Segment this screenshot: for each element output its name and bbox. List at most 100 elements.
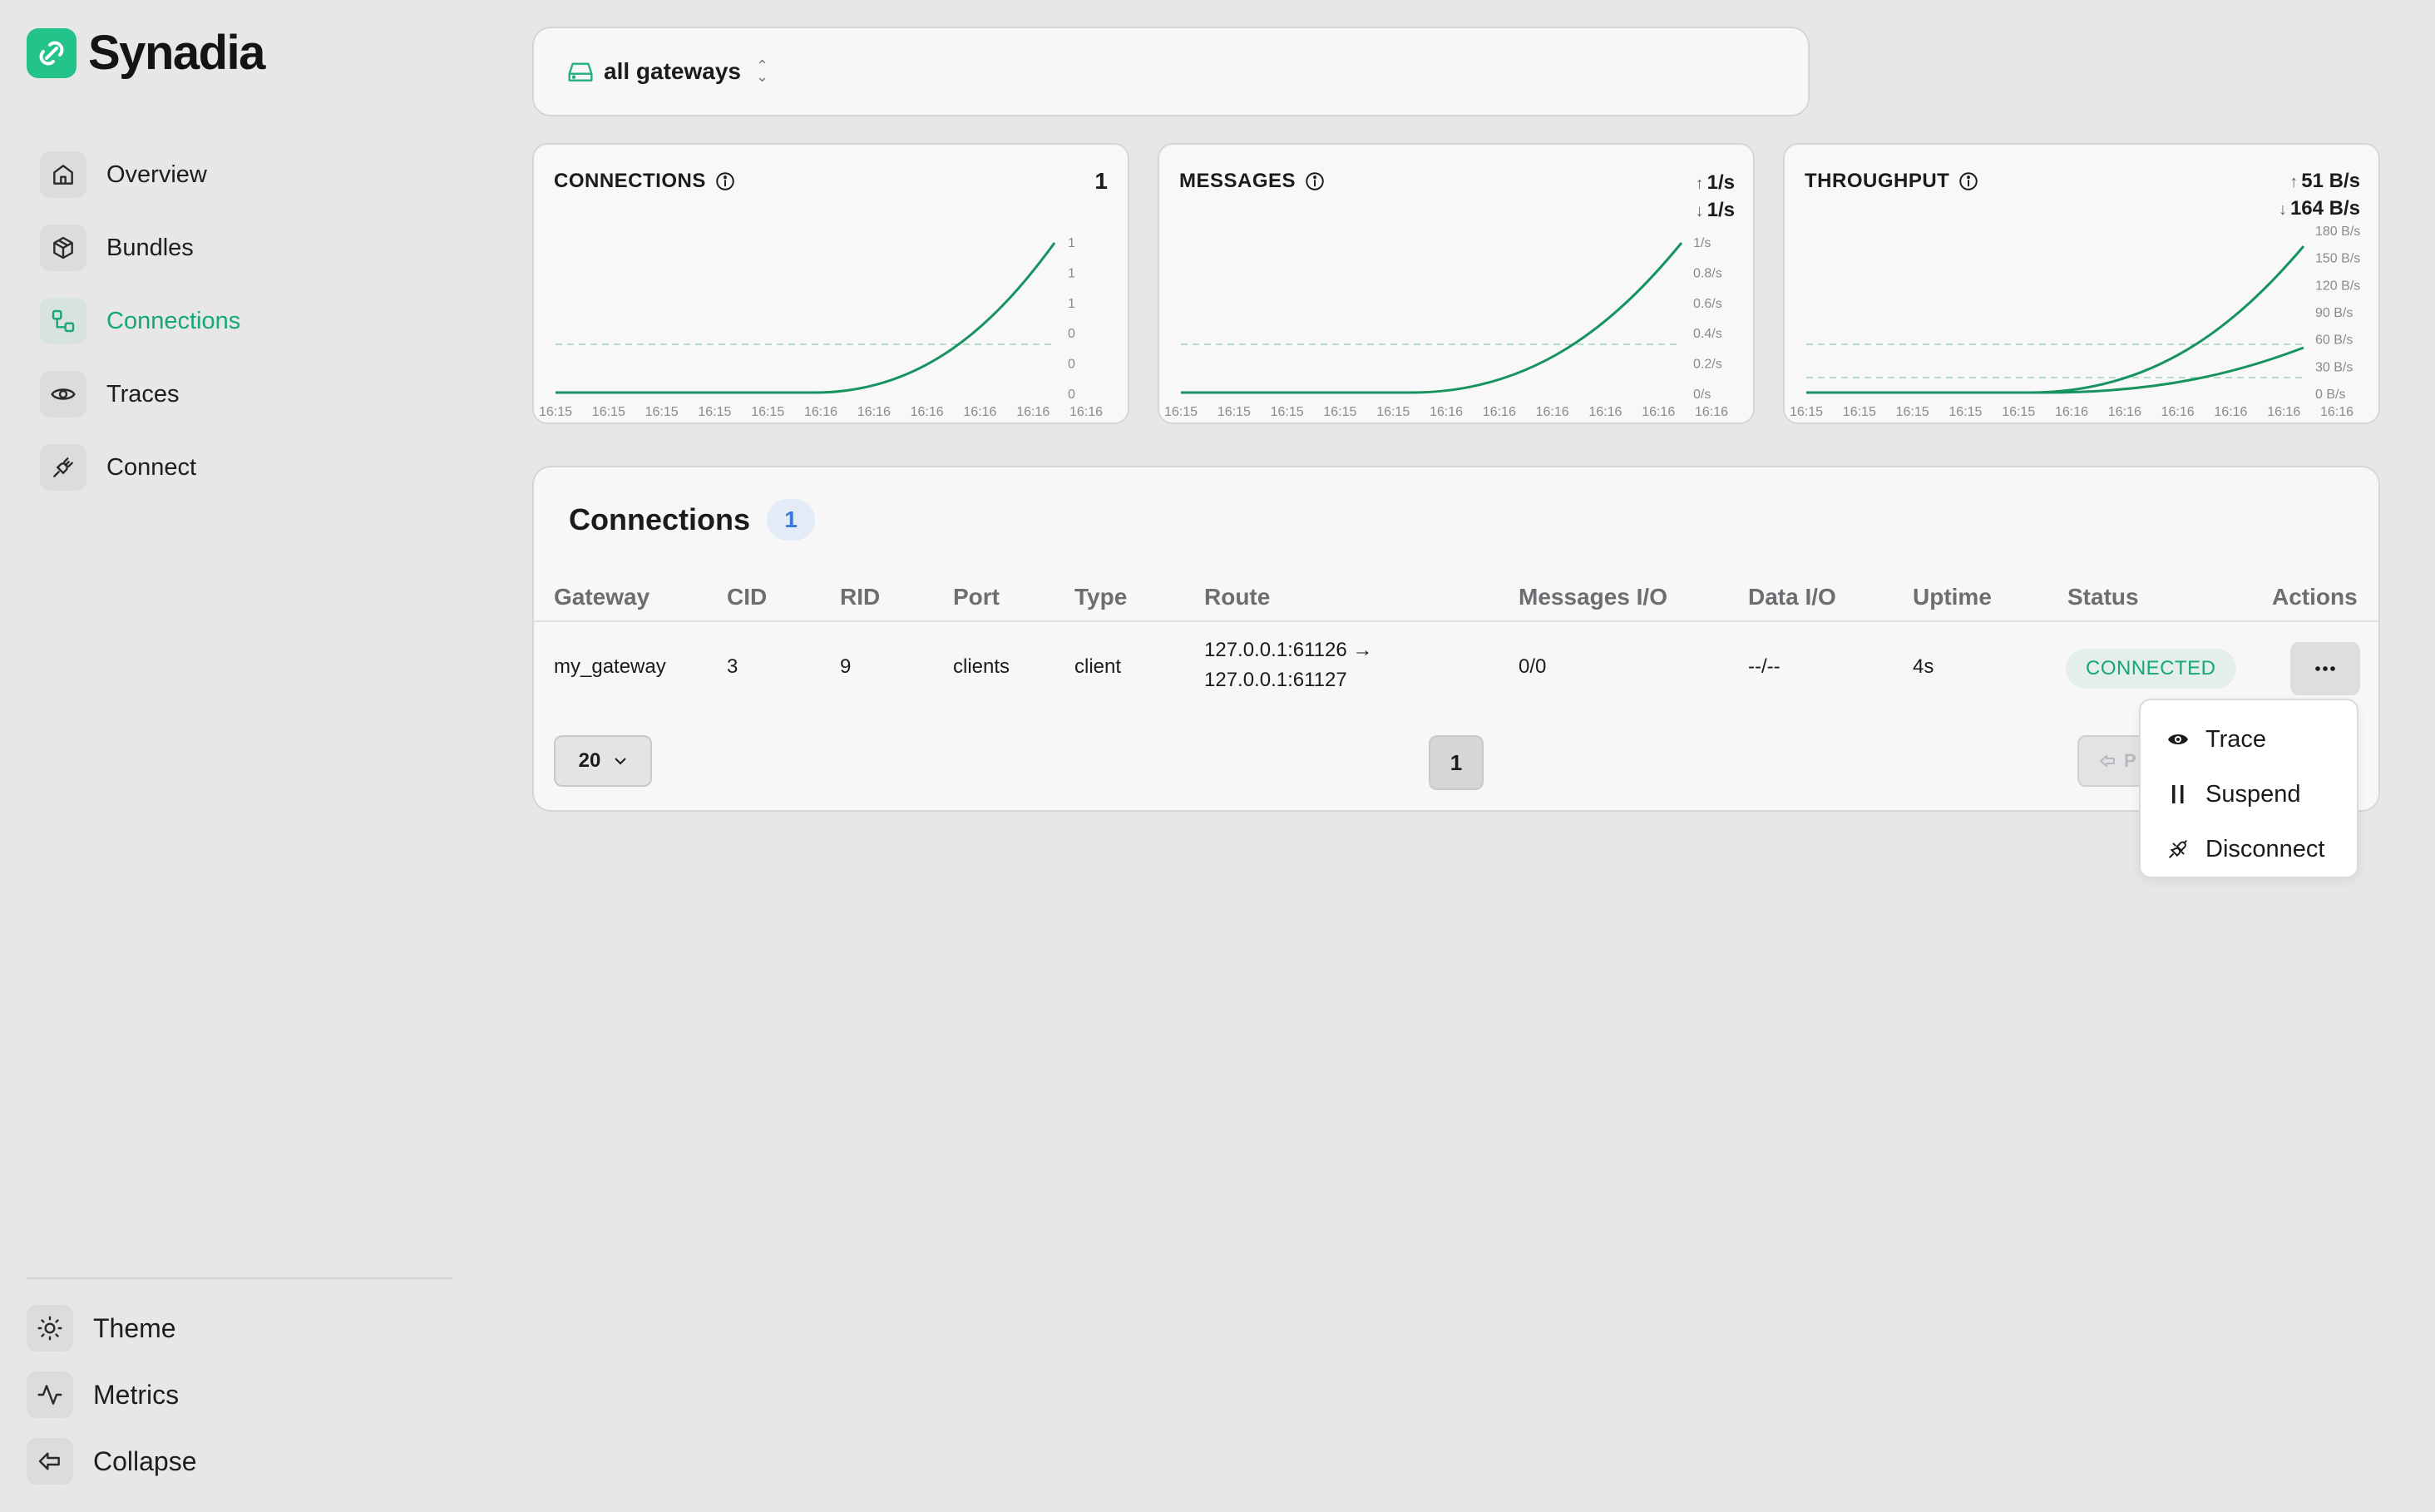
arrow-up-icon: ↑ <box>2289 173 2299 191</box>
y-tick-label: 1 <box>1068 266 1075 280</box>
info-icon[interactable] <box>714 170 736 192</box>
y-tick-label: 1/s <box>1693 236 1711 250</box>
x-tick-label: 16:15 <box>1790 405 1823 419</box>
page-button-current[interactable]: 1 <box>1429 735 1484 790</box>
menu-item-disconnect[interactable]: Disconnect <box>2141 822 2357 877</box>
throughput-down: ↓ 164 B/s <box>2279 195 2360 223</box>
x-tick-label: 16:16 <box>804 405 837 419</box>
menu-item-trace[interactable]: Trace <box>2141 712 2357 767</box>
y-tick-label: 90 B/s <box>2315 306 2353 320</box>
cell-rid: 9 <box>840 655 852 678</box>
sidebar-item-connections[interactable]: Connections <box>40 294 240 348</box>
x-tick-label: 16:16 <box>1016 405 1050 419</box>
x-tick-label: 16:16 <box>2267 405 2300 419</box>
card-title: CONNECTIONS <box>554 170 736 193</box>
x-tick-label: 16:15 <box>698 405 731 419</box>
column-header-type[interactable]: Type <box>1074 584 1127 610</box>
row-actions-button[interactable] <box>2290 642 2360 695</box>
messages-stats: ↑ 1/s ↓ 1/s <box>1696 170 1735 225</box>
messages-metric-card: 1/s 0.8/s 0.6/s 0.4/s 0.2/s 0/s 16:15 16:15 16:1… <box>1158 143 1755 424</box>
more-horizontal-icon <box>2315 666 2335 671</box>
y-tick-label: 0.6/s <box>1693 297 1722 311</box>
sidebar-nav: Overview Bundles Connections Traces Conn… <box>40 148 240 514</box>
column-header-port[interactable]: Port <box>953 584 1000 610</box>
table-row[interactable]: my_gateway 3 9 clients client 127.0.0.1:… <box>534 624 2378 714</box>
route-from: 127.0.0.1:61126 → <box>1204 639 1373 661</box>
route-to: 127.0.0.1:61127 <box>1204 669 1347 691</box>
y-tick-label: 180 B/s <box>2315 225 2360 239</box>
row-actions-menu: Trace Suspend Disconnect <box>2139 699 2358 878</box>
sidebar-item-traces[interactable]: Traces <box>40 368 240 421</box>
throughput-down-value: 164 B/s <box>2289 197 2360 220</box>
sidebar-item-connect[interactable]: Connect <box>40 441 240 494</box>
status-badge: CONNECTED <box>2066 649 2236 689</box>
logo[interactable]: Synadia <box>27 25 265 81</box>
connections-table-card: Connections 1 Gateway CID RID Port Type … <box>532 466 2380 812</box>
table-header-row: Gateway CID RID Port Type Route Messages… <box>534 576 2378 622</box>
menu-item-suspend[interactable]: Suspend <box>2141 767 2357 822</box>
y-tick-label: 0/s <box>1693 388 1711 402</box>
card-title: THROUGHPUT <box>1805 170 1979 193</box>
x-tick-label: 16:16 <box>1642 405 1675 419</box>
x-tick-label: 16:15 <box>539 405 572 419</box>
brand-name: Synadia <box>88 26 265 80</box>
pause-icon <box>2167 783 2189 805</box>
sidebar-item-label: Connect <box>106 453 197 481</box>
cell-gateway: my_gateway <box>554 655 666 678</box>
sidebar-item-bundles[interactable]: Bundles <box>40 221 240 274</box>
cell-type: client <box>1074 655 1122 678</box>
column-header-gateway[interactable]: Gateway <box>554 584 649 610</box>
sidebar-item-label: Connections <box>106 307 241 334</box>
previous-page-label: P <box>2124 750 2136 771</box>
column-header-cid[interactable]: CID <box>727 584 767 610</box>
connections-metric-card: 1 1 1 0 0 0 16:15 16:15 16:15 16:15 16:15 16:16 16:1… <box>532 143 1129 424</box>
y-tick-label: 150 B/s <box>2315 252 2360 266</box>
x-tick-label: 16:15 <box>1843 405 1876 419</box>
messages-down: ↓ 1/s <box>1696 197 1735 225</box>
y-tick-label: 1 <box>1068 236 1075 250</box>
eye-icon <box>2167 729 2189 750</box>
cell-data-io: --/-- <box>1748 655 1781 678</box>
chevron-down-icon <box>615 758 627 765</box>
x-tick-label: 16:16 <box>2108 405 2141 419</box>
sidebar-item-theme[interactable]: Theme <box>27 1304 197 1352</box>
sidebar-divider <box>27 1277 452 1279</box>
sidebar-item-metrics[interactable]: Metrics <box>27 1371 197 1419</box>
sidebar-bottom-nav: Theme Metrics Collapse <box>27 1304 197 1504</box>
messages-down-value: 1/s <box>1706 199 1735 221</box>
box-icon <box>40 225 86 271</box>
x-tick-label: 16:16 <box>1536 405 1569 419</box>
cell-cid: 3 <box>727 655 738 678</box>
column-header-route[interactable]: Route <box>1204 584 1270 610</box>
page-size-select[interactable]: 20 <box>554 735 652 787</box>
x-tick-label: 16:16 <box>2161 405 2195 419</box>
y-tick-label: 0 <box>1068 358 1075 372</box>
y-tick-label: 0 B/s <box>2315 388 2345 402</box>
y-tick-label: 120 B/s <box>2315 279 2360 293</box>
card-title-text: THROUGHPUT <box>1805 170 1950 192</box>
menu-item-label: Trace <box>2205 725 2267 753</box>
series-line <box>1181 242 1683 394</box>
x-tick-label: 16:15 <box>751 405 784 419</box>
sidebar-item-label: Traces <box>106 380 180 408</box>
y-tick-label: 1 <box>1068 297 1075 311</box>
info-icon[interactable] <box>1304 170 1326 192</box>
y-tick-label: 60 B/s <box>2315 334 2353 348</box>
gateway-selector[interactable]: all gateways ⌃ ⌄ <box>532 27 1810 116</box>
x-tick-label: 16:15 <box>1896 405 1929 419</box>
column-header-status[interactable]: Status <box>2067 584 2139 610</box>
throughput-up-value: 51 B/s <box>2301 170 2360 192</box>
column-header-data-io[interactable]: Data I/O <box>1748 584 1836 610</box>
info-icon[interactable] <box>1958 170 1979 192</box>
cell-uptime: 4s <box>1913 655 1934 678</box>
x-tick-label: 16:16 <box>1430 405 1463 419</box>
column-header-rid[interactable]: RID <box>840 584 880 610</box>
column-header-uptime[interactable]: Uptime <box>1913 584 1992 610</box>
sidebar-item-overview[interactable]: Overview <box>40 148 240 201</box>
arrow-left-icon <box>2100 755 2115 767</box>
x-tick-label: 16:15 <box>645 405 679 419</box>
sidebar-item-collapse[interactable]: Collapse <box>27 1437 197 1485</box>
x-tick-label: 16:15 <box>1376 405 1410 419</box>
column-header-messages-io[interactable]: Messages I/O <box>1519 584 1667 610</box>
x-tick-label: 16:16 <box>857 405 891 419</box>
